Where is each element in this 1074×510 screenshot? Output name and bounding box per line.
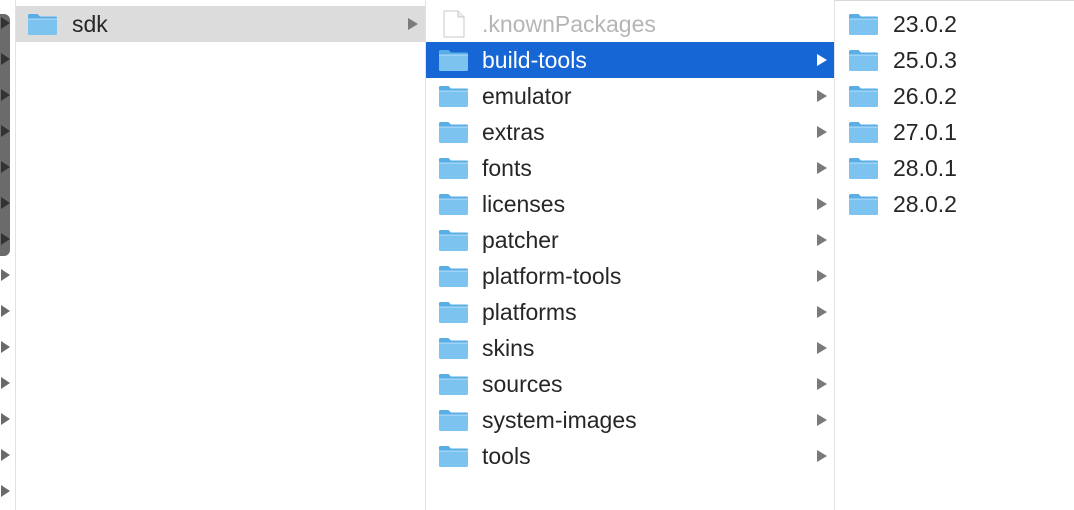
folder-icon xyxy=(438,372,469,396)
item-label: emulator xyxy=(482,83,572,109)
item-label: skins xyxy=(482,335,535,361)
column-2-item-licenses[interactable]: licenses xyxy=(426,186,834,222)
disclosure-arrow-icon xyxy=(1,197,10,209)
item-label: 28.0.2 xyxy=(893,191,957,217)
disclosure-arrow-icon xyxy=(1,233,10,245)
item-label: 28.0.1 xyxy=(893,155,957,181)
item-label: patcher xyxy=(482,227,559,253)
column-2-item-known-packages[interactable]: .knownPackages xyxy=(426,6,834,42)
folder-icon xyxy=(848,192,879,216)
item-label: tools xyxy=(482,443,531,469)
folder-icon xyxy=(438,336,469,360)
folder-icon xyxy=(438,192,469,216)
item-label: fonts xyxy=(482,155,532,181)
disclosure-arrow-icon xyxy=(817,54,827,66)
disclosure-arrow-icon xyxy=(1,89,10,101)
column-2-item-fonts[interactable]: fonts xyxy=(426,150,834,186)
disclosure-arrow-icon xyxy=(817,198,827,210)
folder-icon xyxy=(848,84,879,108)
folder-icon xyxy=(27,12,58,36)
column-2-item-emulator[interactable]: emulator xyxy=(426,78,834,114)
item-label: build-tools xyxy=(482,47,587,73)
disclosure-arrow-icon xyxy=(1,269,10,281)
column-2-item-patcher[interactable]: patcher xyxy=(426,222,834,258)
column-1-item-sdk[interactable]: sdk xyxy=(16,6,425,42)
folder-icon xyxy=(438,228,469,252)
column-3-item[interactable]: 25.0.3 xyxy=(835,42,1074,78)
disclosure-arrow-icon xyxy=(817,126,827,138)
disclosure-arrow-icon xyxy=(1,485,10,497)
disclosure-arrow-icon xyxy=(1,53,10,65)
item-label: platforms xyxy=(482,299,577,325)
disclosure-arrow-icon xyxy=(1,161,10,173)
column-2-item-tools[interactable]: tools xyxy=(426,438,834,474)
folder-icon xyxy=(848,12,879,36)
disclosure-arrow-icon xyxy=(1,449,10,461)
folder-icon xyxy=(848,48,879,72)
folder-icon xyxy=(438,156,469,180)
item-label: extras xyxy=(482,119,545,145)
column-2-item-sources[interactable]: sources xyxy=(426,366,834,402)
document-icon xyxy=(442,10,466,38)
folder-icon xyxy=(848,156,879,180)
disclosure-arrow-icon xyxy=(1,413,10,425)
item-label: .knownPackages xyxy=(482,11,656,37)
folder-icon xyxy=(848,120,879,144)
column-3-item[interactable]: 26.0.2 xyxy=(835,78,1074,114)
disclosure-arrow-icon xyxy=(817,234,827,246)
disclosure-arrow-icon xyxy=(1,305,10,317)
disclosure-arrow-icon xyxy=(817,90,827,102)
column-1: sdk xyxy=(16,0,426,510)
item-label: licenses xyxy=(482,191,566,217)
item-label: system-images xyxy=(482,407,637,433)
column-2-item-extras[interactable]: extras xyxy=(426,114,834,150)
disclosure-arrow-icon xyxy=(817,342,827,354)
folder-icon xyxy=(438,300,469,324)
folder-icon xyxy=(438,408,469,432)
item-label: 23.0.2 xyxy=(893,11,957,37)
disclosure-arrow-icon xyxy=(408,18,418,30)
disclosure-arrow-icon xyxy=(1,125,10,137)
column-2-item-system-images[interactable]: system-images xyxy=(426,402,834,438)
column-2-item-skins[interactable]: skins xyxy=(426,330,834,366)
disclosure-arrow-icon xyxy=(817,306,827,318)
disclosure-arrow-icon xyxy=(817,378,827,390)
column-3-item[interactable]: 28.0.1 xyxy=(835,150,1074,186)
column-2: .knownPackages build-tools emulator extr… xyxy=(426,0,835,510)
item-label: sources xyxy=(482,371,563,397)
folder-icon xyxy=(438,84,469,108)
disclosure-arrow-icon xyxy=(817,450,827,462)
item-label: 27.0.1 xyxy=(893,119,957,145)
item-label: sdk xyxy=(72,11,108,37)
column-2-item-platforms[interactable]: platforms xyxy=(426,294,834,330)
item-label: platform-tools xyxy=(482,263,622,289)
column-3-item[interactable]: 23.0.2 xyxy=(835,6,1074,42)
disclosure-arrow-icon xyxy=(817,162,827,174)
disclosure-arrow-icon xyxy=(1,377,10,389)
disclosure-arrow-icon xyxy=(817,270,827,282)
folder-icon xyxy=(438,444,469,468)
column-3-top-border xyxy=(835,0,1074,1)
column-3-item[interactable]: 28.0.2 xyxy=(835,186,1074,222)
folder-icon xyxy=(438,264,469,288)
column-2-item-build-tools[interactable]: build-tools xyxy=(426,42,834,78)
column-3-item[interactable]: 27.0.1 xyxy=(835,114,1074,150)
parent-column-edge[interactable] xyxy=(0,0,16,510)
disclosure-arrow-icon xyxy=(817,414,827,426)
folder-icon xyxy=(438,120,469,144)
item-label: 26.0.2 xyxy=(893,83,957,109)
disclosure-arrow-icon xyxy=(1,17,10,29)
column-2-item-platform-tools[interactable]: platform-tools xyxy=(426,258,834,294)
column-browser: sdk .knownPackages build-tools emulator … xyxy=(0,0,1074,510)
disclosure-arrow-icon xyxy=(1,341,10,353)
column-3: 23.0.2 25.0.3 26.0.2 27.0.1 28.0.1 28.0.… xyxy=(835,0,1074,510)
folder-icon xyxy=(438,48,469,72)
item-label: 25.0.3 xyxy=(893,47,957,73)
